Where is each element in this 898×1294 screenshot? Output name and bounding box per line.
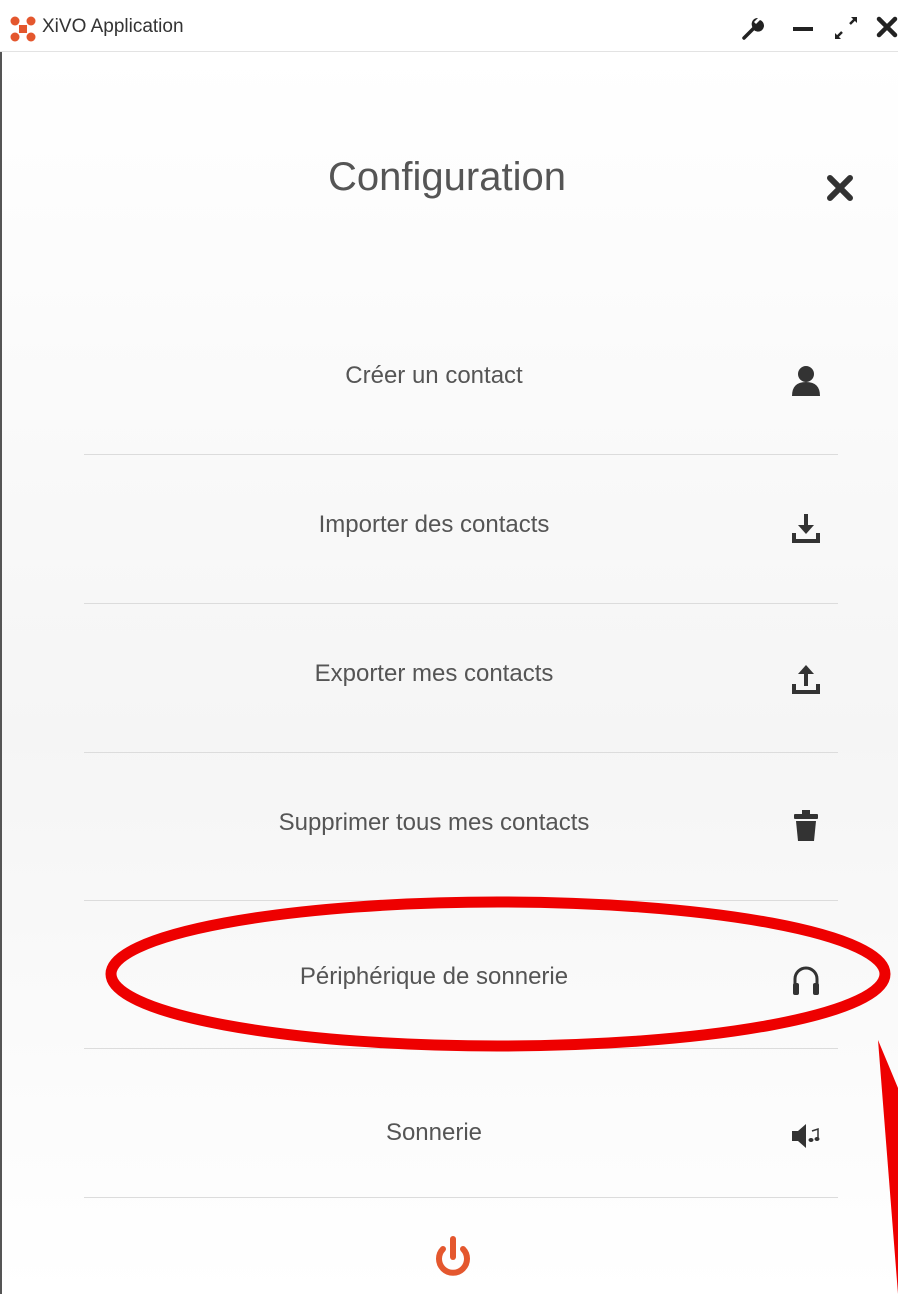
- menu-item-label: Supprimer tous mes contacts: [278, 809, 590, 836]
- menu-item-label: Sonnerie: [385, 1119, 483, 1146]
- close-icon[interactable]: [824, 172, 856, 204]
- upload-icon: [792, 665, 820, 694]
- window-title: XiVO Application: [42, 16, 184, 37]
- xivo-logo-icon: [10, 16, 36, 42]
- divider: [84, 1197, 838, 1198]
- menu-item-label: Créer un contact: [345, 362, 523, 389]
- minimize-icon[interactable]: [790, 14, 818, 42]
- menu-item-delete-all-contacts[interactable]: Supprimer tous mes contacts: [84, 753, 838, 901]
- menu-item-label: Importer des contacts: [318, 511, 550, 538]
- trash-icon: [794, 810, 818, 841]
- headphones-icon: [793, 966, 819, 995]
- menu-item-export-contacts[interactable]: Exporter mes contacts: [84, 604, 838, 752]
- power-icon[interactable]: [432, 1235, 474, 1281]
- download-icon: [792, 514, 820, 543]
- close-icon[interactable]: [874, 14, 898, 42]
- page-title: Configuration: [328, 155, 566, 199]
- wrench-icon[interactable]: [738, 14, 766, 42]
- user-icon: [792, 366, 820, 396]
- menu-item-label: Périphérique de sonnerie: [299, 963, 569, 990]
- volume-music-icon: [792, 1124, 820, 1148]
- window-titlebar: XiVO Application: [0, 0, 898, 52]
- menu-item-ringtone[interactable]: Sonnerie: [84, 1049, 838, 1197]
- maximize-icon[interactable]: [832, 14, 860, 42]
- menu-item-create-contact[interactable]: Créer un contact: [84, 306, 838, 454]
- menu-item-ringing-device[interactable]: Périphérique de sonnerie: [84, 901, 838, 1049]
- menu-item-label: Exporter mes contacts: [314, 660, 554, 687]
- menu-item-import-contacts[interactable]: Importer des contacts: [84, 455, 838, 603]
